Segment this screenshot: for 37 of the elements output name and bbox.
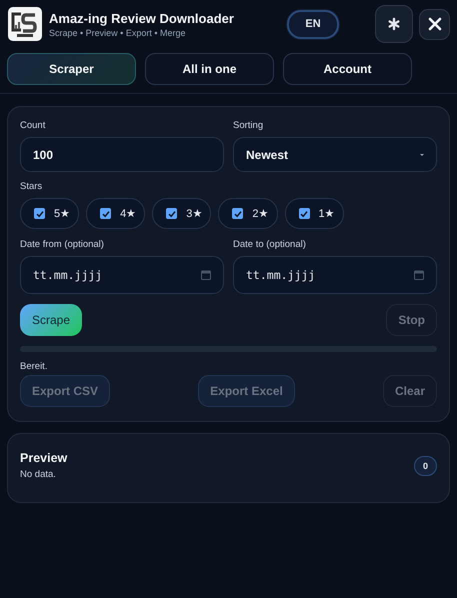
field-label: Sorting [233,120,264,131]
count-badge: 0 [414,456,437,476]
checkbox[interactable] [100,208,112,219]
status-text: Bereit. [20,361,48,372]
checkbox[interactable] [232,208,244,219]
tab[interactable]: Scraper [7,53,136,85]
count-field[interactable]: 100 [20,137,224,172]
action-button[interactable]: Scrape [20,304,82,336]
logo-icon [7,6,43,42]
chip-label: 1★ [318,207,335,220]
asterisk-icon [387,17,401,31]
chip-label: 4★ [120,207,136,220]
app-subtitle: Scrape • Preview • Export • Merge [49,28,187,38]
calendar-icon [201,270,211,280]
chip-label: 5★ [54,207,70,220]
calendar-icon [414,270,424,280]
field-label: Date to (optional) [233,239,307,250]
theme-button[interactable] [375,5,413,43]
field-label: Stars [20,181,44,192]
preview-message: No data. [20,469,57,480]
checkbox[interactable] [34,208,45,219]
chip-label: 2★ [252,207,268,220]
field-label: Count [20,120,46,131]
app-title: Amaz-ing Review Downloader [49,10,235,26]
close-icon [426,16,442,32]
checkbox[interactable] [166,208,178,219]
field-label: Date from (optional) [20,239,105,250]
tab[interactable]: Account [283,53,412,85]
close-button[interactable] [419,8,450,40]
date-from-field[interactable]: tt.mm.jjjj [20,256,224,294]
preview-title: Preview [20,451,68,465]
chip-label: 3★ [186,207,202,220]
date-to-field[interactable]: tt.mm.jjjj [233,256,437,294]
language-button[interactable]: EN [287,10,339,38]
sorting-dropdown[interactable]: Newest [233,137,437,172]
checkbox[interactable] [298,208,310,219]
tab[interactable]: All in one [145,53,274,85]
